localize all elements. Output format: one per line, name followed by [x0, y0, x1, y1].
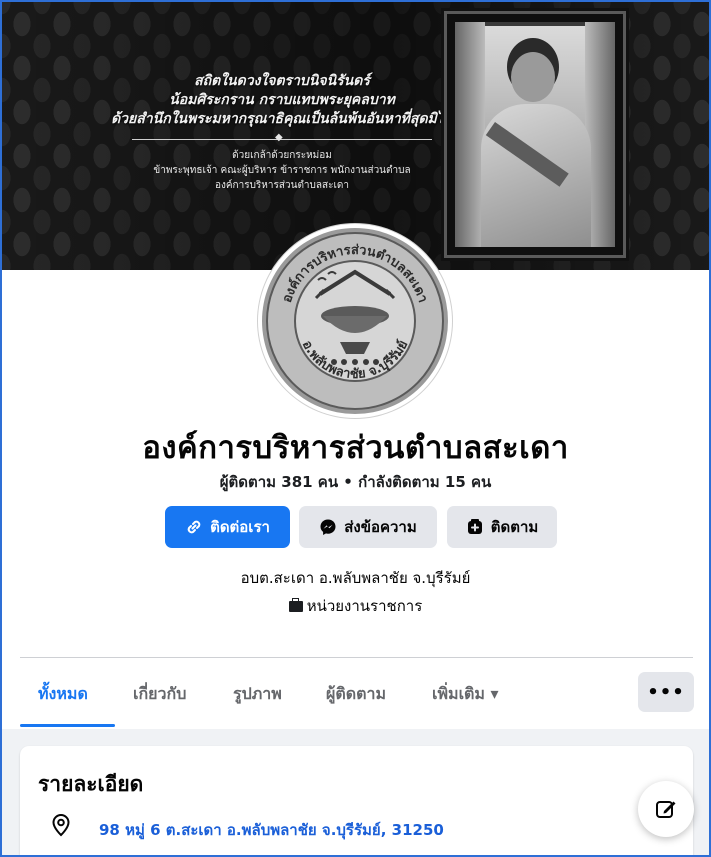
page-intro: อบต.สะเดา อ.พลับพลาชัย จ.บุรีรัมย์: [240, 569, 471, 587]
page-frame: สถิตในดวงใจตราบนิจนิรันดร์ น้อมศิระกราน …: [0, 0, 711, 857]
active-tab-indicator: [20, 724, 115, 727]
seal-logo-icon: องค์การบริหารส่วนตำบลสะเดา อ.พลับพลาชัย …: [262, 228, 448, 414]
follow-plus-icon: [466, 518, 484, 536]
cover-divider: [132, 132, 432, 143]
contact-button[interactable]: ติดต่อเรา: [165, 506, 290, 548]
location-pin-icon: [50, 813, 72, 841]
compose-icon: [656, 801, 676, 818]
follow-button[interactable]: ติดตาม: [447, 506, 557, 548]
cover-caption: สถิตในดวงใจตราบนิจนิรันดร์ น้อมศิระกราน …: [92, 72, 472, 193]
briefcase-icon: [288, 597, 303, 612]
link-icon: [185, 518, 203, 536]
cover-sub-1: ด้วยเกล้าด้วยกระหม่อม: [232, 150, 332, 161]
more-options-button[interactable]: •••: [638, 672, 694, 712]
tab-followers[interactable]: ผู้ติดตาม: [326, 682, 386, 707]
cover-sub-3: องค์การบริหารส่วนตำบลสะเดา: [214, 180, 350, 191]
follow-button-label: ติดตาม: [490, 518, 539, 536]
cover-line-2: น้อมศิระกราน กราบแทบพระยุคลบาท: [169, 92, 395, 108]
portrait-figure-head: [511, 52, 555, 102]
tab-more[interactable]: เพิ่มเติม ▾: [432, 682, 499, 707]
details-card: รายละเอียด 98 หมู่ 6 ต.สะเดา อ.พลับพลาชั…: [20, 746, 693, 855]
tab-about[interactable]: เกี่ยวกับ: [133, 682, 186, 707]
details-title: รายละเอียด: [38, 772, 144, 796]
message-button[interactable]: ส่งข้อความ: [299, 506, 437, 548]
messenger-icon: [319, 518, 337, 536]
follower-stats[interactable]: ผู้ติดตาม 381 คน • กำลังติดตาม 15 คน: [2, 470, 709, 494]
page-category: หน่วยงานราชการ: [2, 594, 709, 618]
page-title: องค์การบริหารส่วนตำบลสะเดา: [142, 430, 569, 466]
framed-portrait: [447, 14, 623, 255]
address-link[interactable]: 98 หมู่ 6 ต.สะเดา อ.พลับพลาชัย จ.บุรีรัม…: [99, 818, 444, 842]
compose-button[interactable]: [638, 781, 694, 837]
contact-button-label: ติดต่อเรา: [210, 518, 270, 536]
message-button-label: ส่งข้อความ: [344, 518, 417, 536]
tabs-divider: [20, 657, 693, 658]
tab-all[interactable]: ทั้งหมด: [38, 682, 88, 707]
cover-sub-2: ข้าพระพุทธเจ้า คณะผู้บริหาร ข้าราชการ พน…: [153, 165, 411, 176]
cover-line-3: ด้วยสำนึกในพระมหากรุณาธิคุณเป็นล้นพ้นอัน…: [111, 111, 453, 127]
page-category-label: หน่วยงานราชการ: [306, 597, 423, 615]
tab-photos[interactable]: รูปภาพ: [233, 682, 282, 707]
profile-logo[interactable]: องค์การบริหารส่วนตำบลสะเดา อ.พลับพลาชัย …: [258, 224, 452, 418]
cover-line-1: สถิตในดวงใจตราบนิจนิรันดร์: [194, 73, 370, 89]
